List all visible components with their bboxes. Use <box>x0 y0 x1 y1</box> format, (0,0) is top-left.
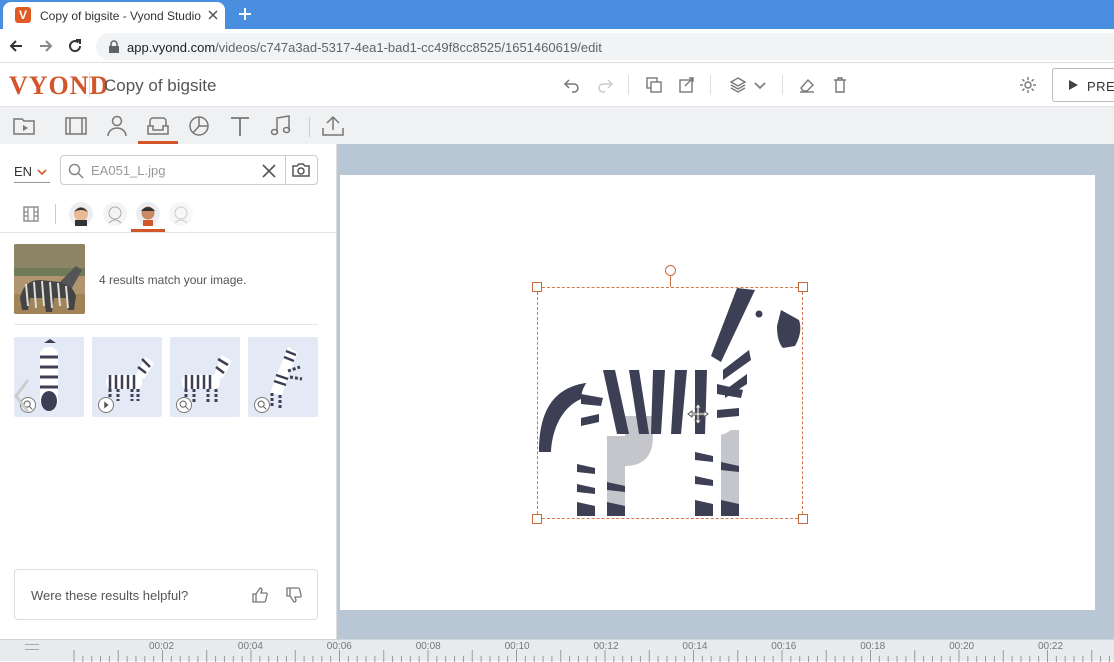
chevron-down-icon <box>37 169 47 176</box>
preview-button[interactable]: PRE <box>1052 68 1114 102</box>
browser-tab[interactable]: V Copy of bigsite - Vyond Studio <box>3 2 225 29</box>
url-path: /videos/c747a3ad-5317-4ea1-bad1-cc49f8cc… <box>215 40 602 55</box>
preview-label: PRE <box>1087 79 1114 94</box>
zoom-icon[interactable] <box>176 397 192 413</box>
results-divider <box>14 324 318 325</box>
app-header: VYOND Copy of bigsite PRE <box>0 63 1114 107</box>
eraser-icon[interactable] <box>797 75 817 95</box>
camera-icon[interactable] <box>292 162 310 178</box>
forward-icon[interactable] <box>37 37 55 55</box>
header-divider <box>782 75 783 95</box>
layers-icon[interactable] <box>728 75 748 95</box>
timeline-label: 00:16 <box>771 641 797 652</box>
search-divider <box>285 156 286 184</box>
timeline-label: 00:22 <box>1038 641 1064 652</box>
props-icon[interactable] <box>145 114 171 138</box>
project-title[interactable]: Copy of bigsite <box>104 76 216 96</box>
undo-icon[interactable] <box>562 75 582 95</box>
timeline-label: 00:12 <box>593 641 619 652</box>
chevron-left-icon[interactable] <box>12 378 32 414</box>
language-underline <box>14 182 50 183</box>
tab-title: Copy of bigsite - Vyond Studio <box>40 9 201 23</box>
timeline-label: 00:18 <box>860 641 886 652</box>
zoom-icon[interactable] <box>254 397 270 413</box>
play-icon <box>1069 80 1078 90</box>
film-filter-icon[interactable] <box>18 201 44 227</box>
search-icon <box>68 163 84 179</box>
url-text: app.vyond.com/videos/c747a3ad-5317-4ea1-… <box>127 40 602 55</box>
vyond-favicon-icon: V <box>15 7 31 23</box>
new-tab-icon[interactable] <box>235 4 255 24</box>
clear-icon[interactable] <box>260 162 278 180</box>
timeline-label: 00:02 <box>149 641 175 652</box>
timeline-drag-handle[interactable] <box>25 644 39 650</box>
timeline-label: 00:06 <box>326 641 352 652</box>
toolbar-divider <box>309 117 310 137</box>
timeline-label: 00:14 <box>682 641 708 652</box>
thumbs-down-icon[interactable] <box>285 586 303 604</box>
timeline-label: 00:04 <box>237 641 263 652</box>
filter-divider <box>55 204 56 224</box>
redo-icon[interactable] <box>595 75 615 95</box>
chevron-down-icon[interactable] <box>750 75 770 95</box>
thumbs-up-icon[interactable] <box>251 586 269 604</box>
resize-handle-bottom-right[interactable] <box>798 514 808 524</box>
uploaded-image-thumbnail[interactable] <box>14 244 85 314</box>
resize-handle-bottom-left[interactable] <box>532 514 542 524</box>
templates-icon[interactable] <box>12 114 38 138</box>
resize-handle-top-right[interactable] <box>798 282 808 292</box>
style-business-friendly-icon[interactable] <box>135 201 161 227</box>
props-library-panel: EN 4 results match your image. <box>0 144 337 639</box>
upload-icon[interactable] <box>320 114 346 138</box>
browser-tab-strip: V Copy of bigsite - Vyond Studio <box>0 0 1114 29</box>
feedback-card: Were these results helpful? <box>14 569 318 620</box>
gear-icon[interactable] <box>1018 75 1038 95</box>
header-divider <box>89 73 90 97</box>
play-icon[interactable] <box>98 397 114 413</box>
lock-icon <box>109 40 119 53</box>
resize-handle-top-left[interactable] <box>532 282 542 292</box>
language-value: EN <box>14 164 33 179</box>
address-bar: app.vyond.com/videos/c747a3ad-5317-4ea1-… <box>0 29 1114 63</box>
header-divider <box>710 75 711 95</box>
url-host: app.vyond.com <box>127 40 216 55</box>
film-icon[interactable] <box>63 114 89 138</box>
timeline-label: 00:08 <box>415 641 441 652</box>
language-select[interactable]: EN <box>14 164 47 179</box>
timeline-label: 00:10 <box>504 641 530 652</box>
move-cursor-icon <box>687 403 709 425</box>
text-icon[interactable] <box>227 114 253 138</box>
reload-icon[interactable] <box>66 37 84 55</box>
filter-underline <box>0 232 337 233</box>
result-item[interactable] <box>248 337 318 417</box>
rotation-stem <box>670 276 671 287</box>
paste-icon[interactable] <box>677 75 697 95</box>
vyond-logo: VYOND <box>9 71 110 100</box>
style-outline-icon[interactable] <box>168 201 194 227</box>
style-contemporary-icon[interactable] <box>68 201 94 227</box>
header-divider <box>628 75 629 95</box>
library-toolbar <box>0 107 1114 144</box>
trash-icon[interactable] <box>830 75 850 95</box>
url-field[interactable]: app.vyond.com/videos/c747a3ad-5317-4ea1-… <box>96 33 1114 60</box>
music-icon[interactable] <box>268 114 294 138</box>
search-input[interactable] <box>91 161 251 179</box>
rotate-handle[interactable] <box>665 265 676 276</box>
charts-icon[interactable] <box>186 114 212 138</box>
character-icon[interactable] <box>104 114 130 138</box>
feedback-question: Were these results helpful? <box>31 588 189 603</box>
result-item[interactable] <box>170 337 240 417</box>
timeline-ruler[interactable]: 00:02 00:04 00:06 00:08 00:10 00:12 00:14 00:16… <box>0 639 1114 662</box>
selection-box[interactable] <box>537 287 803 519</box>
close-icon[interactable] <box>205 7 221 23</box>
timeline-label: 00:20 <box>949 641 975 652</box>
style-whiteboard-icon[interactable] <box>102 201 128 227</box>
back-icon[interactable] <box>7 37 25 55</box>
results-message: 4 results match your image. <box>99 273 247 287</box>
result-item[interactable] <box>92 337 162 417</box>
search-box <box>60 155 318 185</box>
copy-icon[interactable] <box>644 75 664 95</box>
